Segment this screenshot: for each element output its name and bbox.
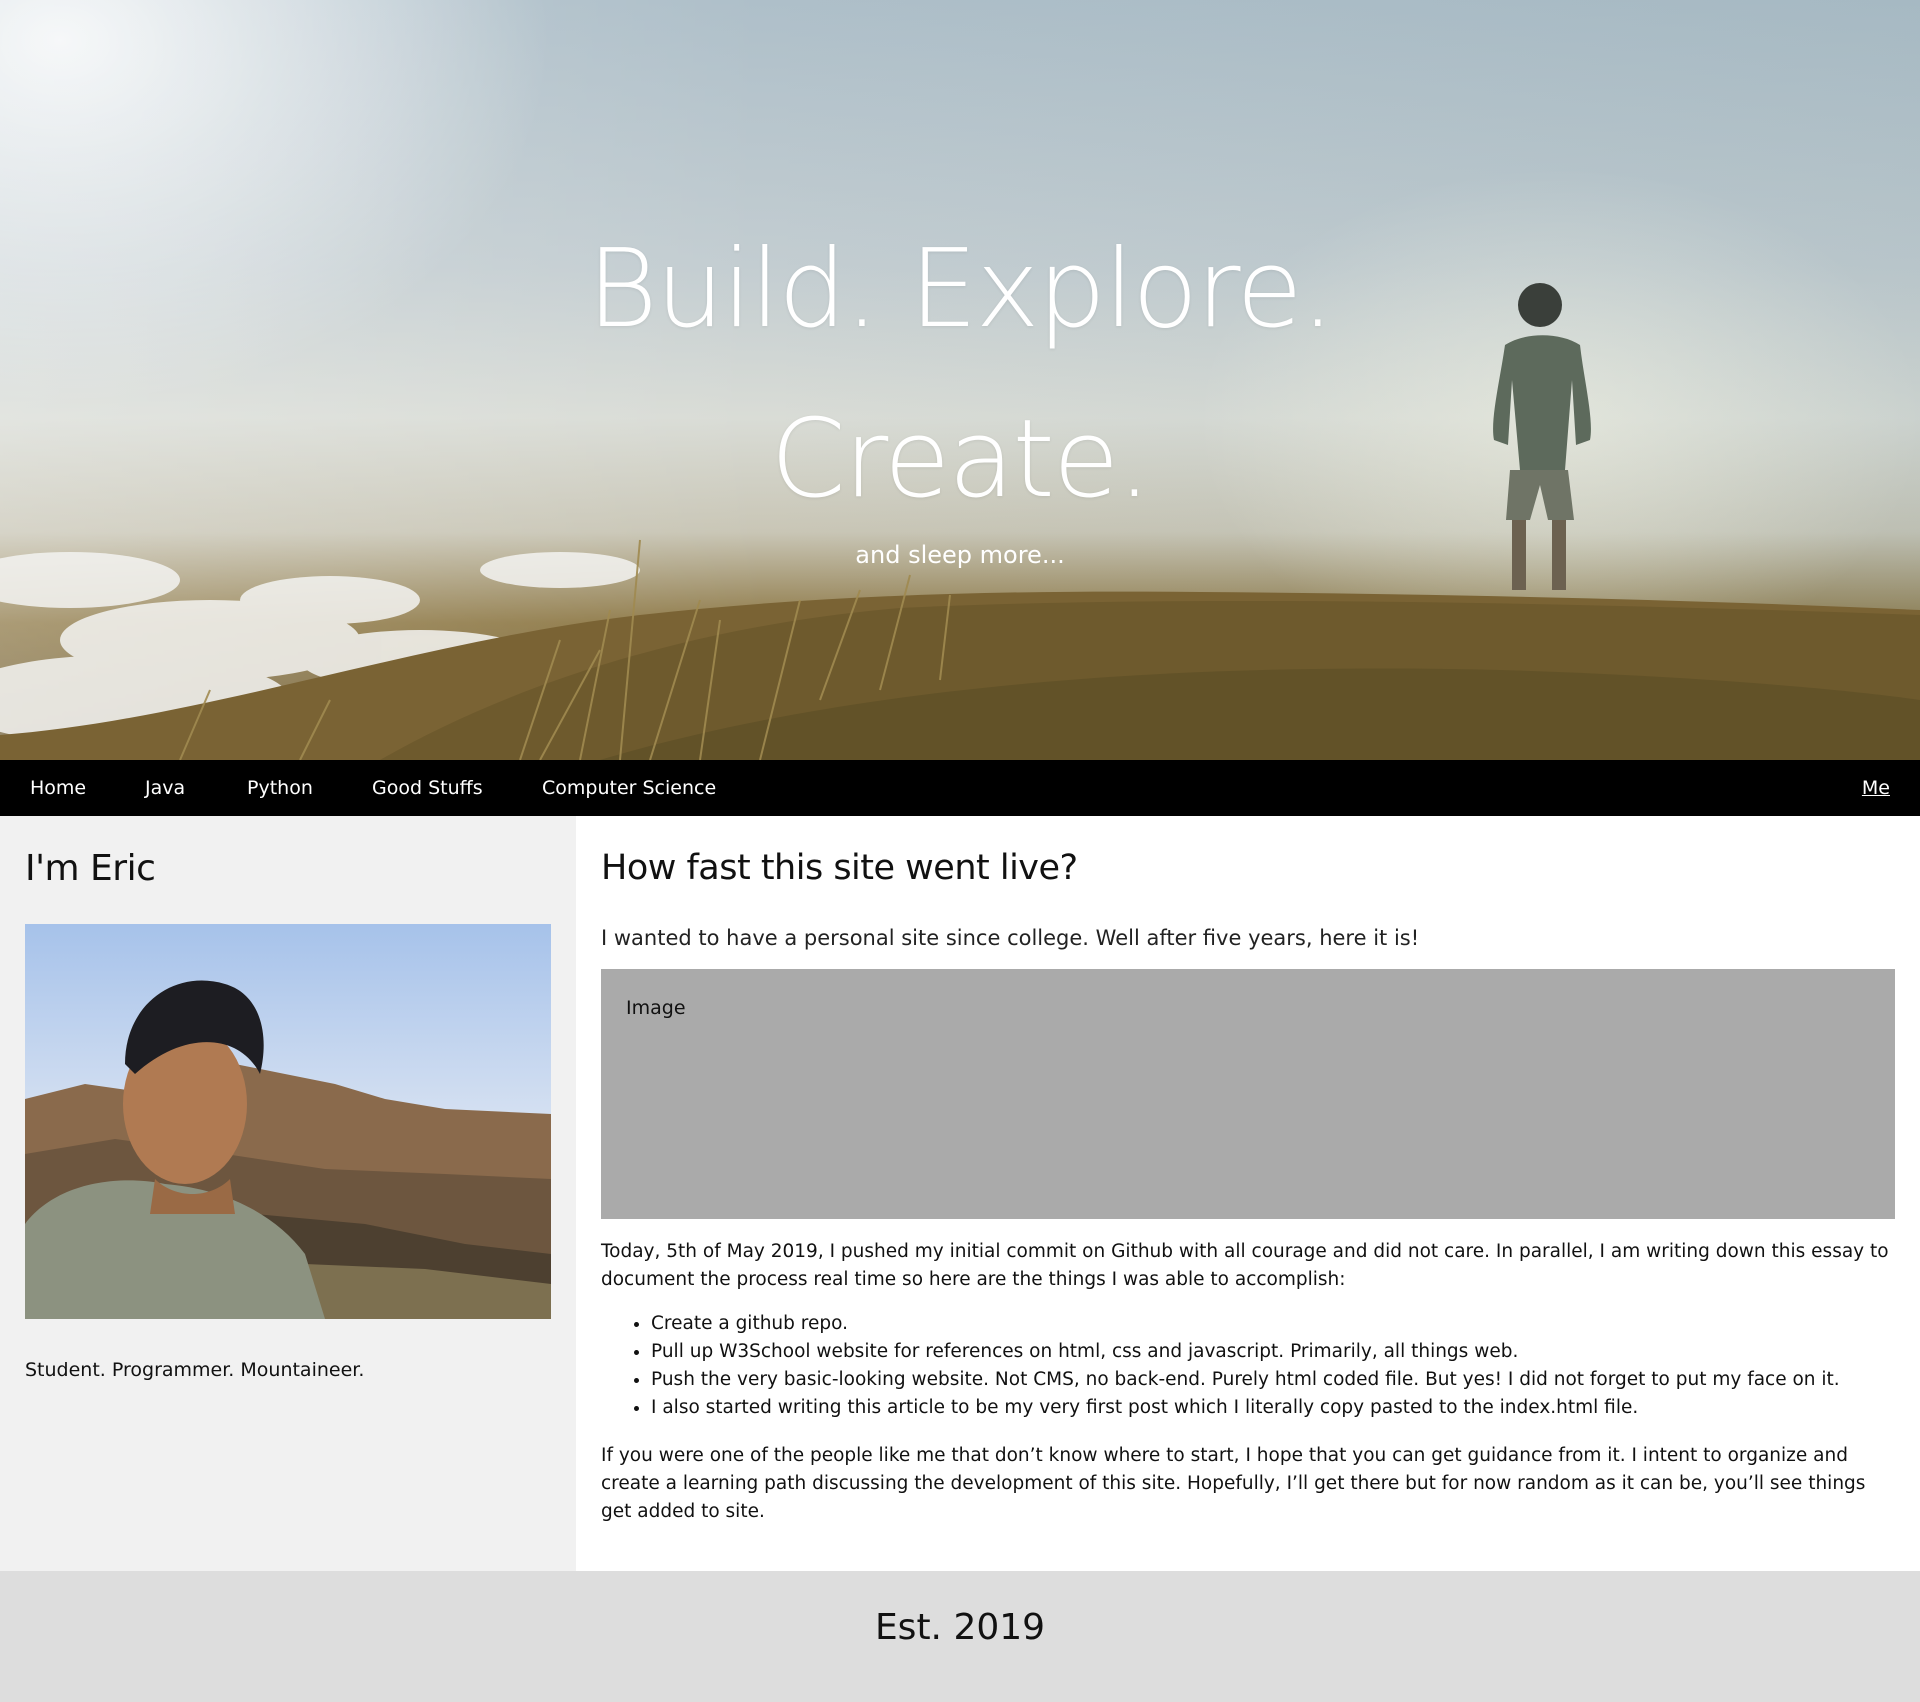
image-placeholder-label: Image (626, 997, 686, 1019)
hero-title: Build. Explore. Create. (0, 205, 1920, 545)
image-placeholder: Image (601, 969, 1895, 1219)
nav-home-link[interactable]: Home (30, 760, 86, 816)
sidebar-heading: I'm Eric (25, 848, 156, 889)
article-intro: I wanted to have a personal site since c… (601, 926, 1420, 950)
footer-text: Est. 2019 (874, 1607, 1046, 1648)
sidebar: I'm Eric Student. Programmer. Mountainee… (0, 816, 576, 1571)
sidebar-tagline: Student. Programmer. Mountaineer. (25, 1359, 365, 1381)
list-item: Pull up W3School website for references … (651, 1338, 1920, 1366)
article-heading: How fast this site went live? (601, 848, 1078, 888)
nav-computer-science-link[interactable]: Computer Science (542, 760, 716, 816)
footer: Est. 2019 (0, 1571, 1920, 1702)
article-paragraph-1: Today, 5th of May 2019, I pushed my init… (601, 1241, 1889, 1290)
nav-good-stuffs-link[interactable]: Good Stuffs (372, 760, 483, 816)
hero-subtitle: and sleep more... (855, 541, 1065, 569)
accomplishment-list: Create a github repo. Pull up W3School w… (601, 1310, 1920, 1422)
hero-banner: Build. Explore. Create. and sleep more..… (0, 0, 1920, 760)
list-item: I also started writing this article to b… (651, 1394, 1920, 1422)
profile-photo (25, 924, 551, 1319)
hero-title-line-2: Create. (770, 397, 1151, 522)
top-navbar: Home Java Python Good Stuffs Computer Sc… (0, 760, 1920, 816)
list-item: Create a github repo. (651, 1310, 1920, 1338)
nav-me-link[interactable]: Me (1862, 760, 1890, 816)
list-item: Push the very basic-looking website. Not… (651, 1366, 1920, 1394)
article-paragraph-2: If you were one of the people like me th… (601, 1445, 1866, 1522)
nav-java-link[interactable]: Java (145, 760, 185, 816)
main-article: How fast this site went live? I wanted t… (576, 816, 1920, 1571)
nav-python-link[interactable]: Python (247, 760, 313, 816)
hero-title-line-1: Build. Explore. (587, 227, 1335, 352)
